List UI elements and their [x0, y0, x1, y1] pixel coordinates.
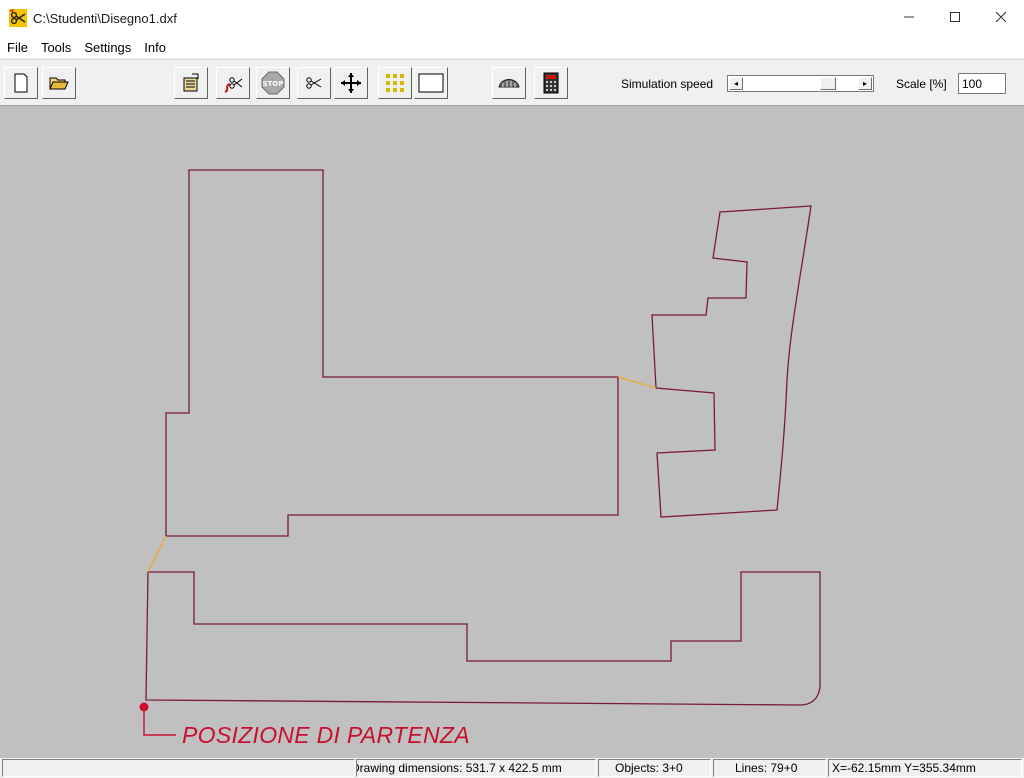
cut-path-button[interactable] — [216, 67, 250, 99]
status-coordinates: X=-62.15mm Y=355.34mm — [828, 759, 1022, 777]
status-bar: Drawing dimensions: 531.7 x 422.5 mm Obj… — [0, 758, 1024, 778]
status-cell-empty — [2, 759, 355, 777]
scissors-path-icon — [224, 77, 243, 93]
drawing-object-3 — [145, 571, 821, 706]
maximize-button[interactable] — [932, 0, 978, 34]
calculator-icon — [543, 72, 559, 94]
scale-label: Scale [%] — [896, 77, 947, 91]
cut-button[interactable] — [297, 67, 331, 99]
scale-input[interactable] — [958, 73, 1006, 94]
document-export-icon — [183, 73, 199, 92]
menu-tools[interactable]: Tools — [34, 40, 77, 55]
minimize-button[interactable] — [886, 0, 932, 34]
move-button[interactable] — [334, 67, 368, 99]
slider-left-arrow-icon[interactable]: ◂ — [729, 77, 743, 90]
drawing-svg — [139, 169, 821, 736]
tool-head-button[interactable] — [492, 67, 526, 99]
start-position-marker — [139, 702, 149, 712]
folder-open-icon — [49, 77, 69, 90]
blank-page-icon — [14, 73, 28, 93]
simulation-speed-label: Simulation speed — [621, 77, 714, 91]
menu-file[interactable]: File — [0, 40, 34, 55]
simulation-speed-slider[interactable]: ◂ ▸ — [727, 75, 874, 92]
maximize-icon — [950, 12, 960, 22]
start-position-annotation: POSIZIONE DI PARTENZA — [182, 722, 470, 748]
menu-info[interactable]: Info — [137, 40, 172, 55]
status-drawing-dimensions: Drawing dimensions: 531.7 x 422.5 mm — [356, 759, 596, 777]
grid-icon — [386, 74, 404, 92]
status-objects: Objects: 3+0 — [598, 759, 711, 777]
cutter-head-icon — [498, 79, 520, 88]
scissors-icon — [306, 77, 322, 89]
open-file-button[interactable] — [42, 67, 76, 99]
move-arrows-icon — [341, 73, 361, 93]
app-logo-icon — [9, 9, 27, 27]
toolbar: STOP Simulation speed ◂ ▸ Scale [%] 100 — [0, 59, 1024, 106]
rectangle-icon — [418, 73, 444, 93]
export-button[interactable] — [174, 67, 208, 99]
stop-sign-icon: STOP — [261, 71, 285, 95]
drawing-object-2 — [651, 205, 812, 518]
close-icon — [995, 11, 1007, 23]
title-bar: C:\Studenti\Disegno1.dxf — [0, 0, 1024, 36]
drawing-canvas[interactable]: POSIZIONE DI PARTENZA — [0, 106, 1024, 758]
start-leader-line — [143, 707, 176, 736]
menu-bar: File Tools Settings Info — [0, 36, 1024, 58]
stop-button[interactable]: STOP — [256, 67, 290, 99]
drawing-object-1 — [165, 169, 619, 537]
transition-line — [147, 535, 167, 573]
calculator-button[interactable] — [534, 67, 568, 99]
slider-thumb[interactable] — [820, 77, 837, 90]
grid-button[interactable] — [378, 67, 412, 99]
transition-line — [617, 376, 657, 389]
new-file-button[interactable] — [4, 67, 38, 99]
close-button[interactable] — [978, 0, 1024, 34]
svg-text:STOP: STOP — [263, 80, 284, 88]
frame-button[interactable] — [414, 67, 448, 99]
slider-right-arrow-icon[interactable]: ▸ — [858, 77, 872, 90]
minimize-icon — [904, 16, 914, 18]
menu-settings[interactable]: Settings — [77, 40, 137, 55]
window-title: C:\Studenti\Disegno1.dxf — [33, 10, 177, 26]
status-lines: Lines: 79+0 — [713, 759, 826, 777]
